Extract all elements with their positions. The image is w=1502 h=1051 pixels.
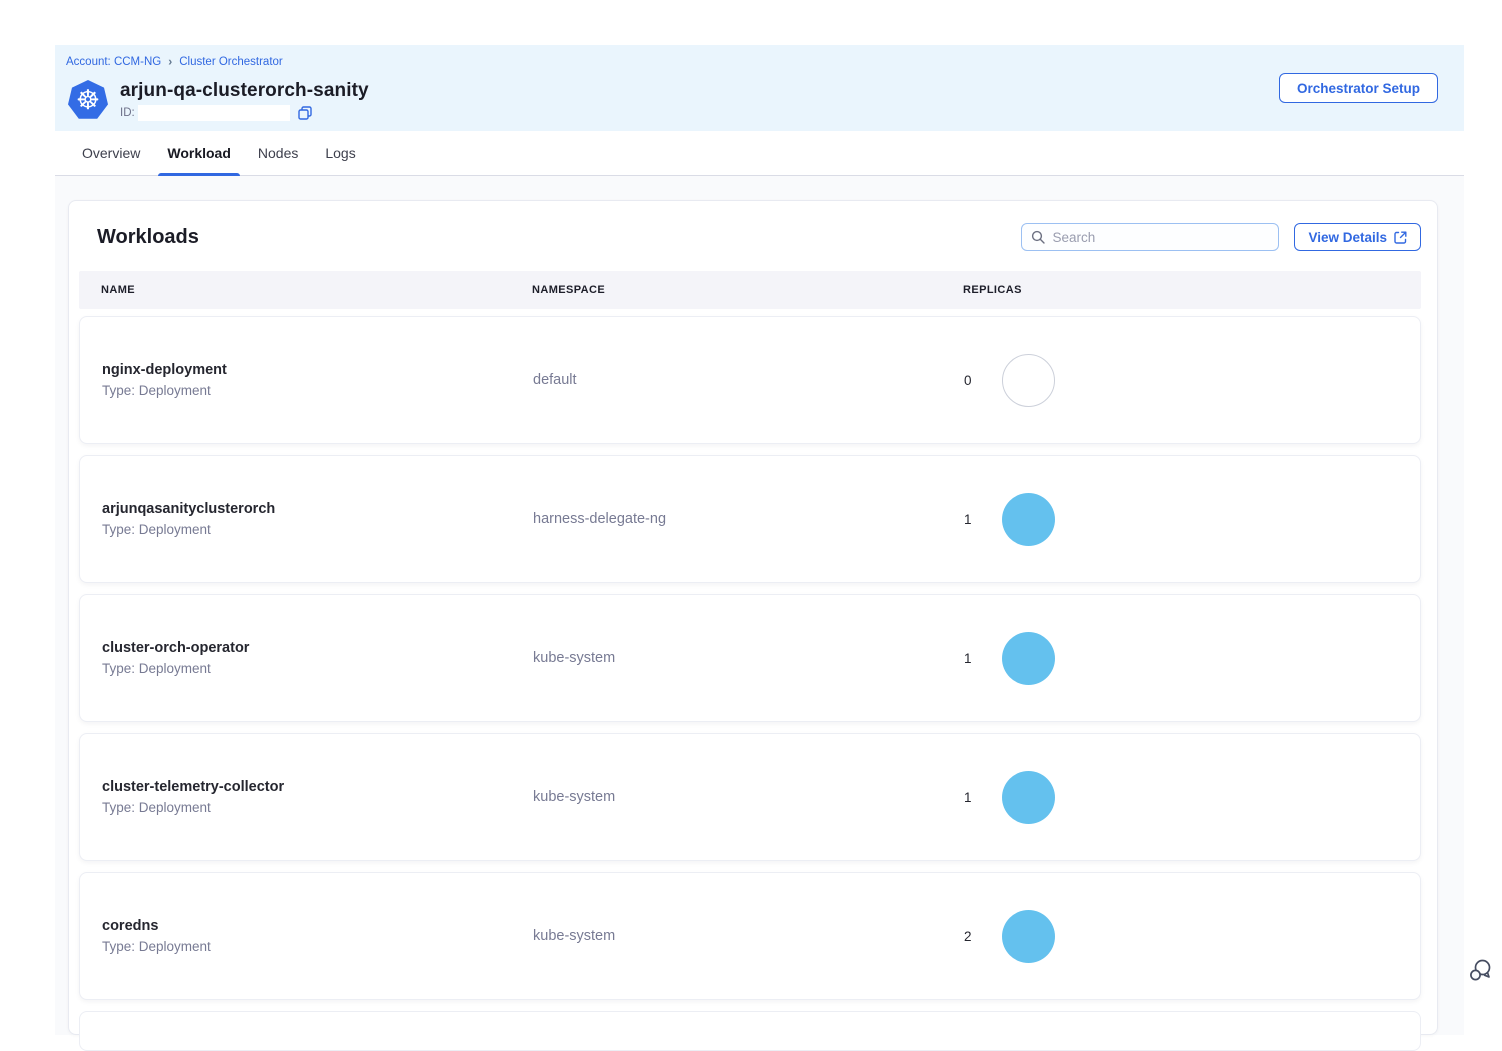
table-row[interactable] [79, 1011, 1421, 1051]
workloads-table-body: nginx-deployment Type: Deployment defaul… [79, 316, 1421, 1051]
column-header-name: NAME [101, 284, 532, 296]
workload-name: cluster-telemetry-collector [102, 779, 533, 795]
namespace-cell: harness-delegate-ng [533, 510, 964, 528]
header-controls: View Details [1021, 223, 1421, 251]
workload-type: Type: Deployment [102, 800, 533, 815]
app-frame: Account: CCM-NG › Cluster Orchestrator ☸… [55, 0, 1464, 1036]
workloads-card-header: Workloads View Details [97, 223, 1421, 251]
tab-label: Logs [325, 145, 355, 161]
workload-name-cell: cluster-orch-operator Type: Deployment [102, 640, 533, 676]
workloads-title: Workloads [97, 226, 199, 249]
cluster-id-label: ID: [120, 107, 135, 119]
cluster-id-redacted [138, 105, 290, 121]
breadcrumb-account[interactable]: Account: CCM-NG [66, 56, 161, 68]
replica-count: 1 [964, 512, 1002, 527]
orchestrator-setup-button[interactable]: Orchestrator Setup [1279, 73, 1438, 103]
external-link-icon [1394, 231, 1407, 244]
replica-count: 1 [964, 651, 1002, 666]
replicas-cell: 0 [964, 354, 1420, 407]
replicas-cell: 2 [964, 910, 1420, 963]
view-details-label: View Details [1308, 230, 1387, 245]
workload-name-cell: nginx-deployment Type: Deployment [102, 362, 533, 398]
table-row[interactable]: cluster-telemetry-collector Type: Deploy… [79, 733, 1421, 861]
cluster-id-row: ID: [120, 105, 369, 121]
replicas-cell: 1 [964, 632, 1420, 685]
workload-name-cell: cluster-telemetry-collector Type: Deploy… [102, 779, 533, 815]
tab-label: Nodes [258, 145, 298, 161]
title-block: arjun-qa-clusterorch-sanity ID: [120, 80, 369, 121]
replica-circle [1002, 632, 1055, 685]
workload-type: Type: Deployment [102, 661, 533, 676]
table-row[interactable]: coredns Type: Deployment kube-system 2 [79, 872, 1421, 1000]
chat-help-icon[interactable] [1466, 956, 1494, 984]
table-row[interactable]: nginx-deployment Type: Deployment defaul… [79, 316, 1421, 444]
workload-type: Type: Deployment [102, 383, 533, 398]
page-title: arjun-qa-clusterorch-sanity [120, 80, 369, 102]
replica-circle [1002, 493, 1055, 546]
breadcrumb-cluster-orchestrator[interactable]: Cluster Orchestrator [179, 56, 283, 68]
table-header-row: NAME NAMESPACE REPLICAS [79, 271, 1421, 309]
tab-workload[interactable]: Workload [165, 131, 233, 175]
replica-circle [1002, 910, 1055, 963]
replicas-cell: 1 [964, 493, 1420, 546]
namespace-value: default [533, 372, 577, 388]
tab-logs[interactable]: Logs [323, 131, 357, 175]
column-header-replicas: REPLICAS [963, 284, 1421, 296]
replicas-cell: 1 [964, 771, 1420, 824]
namespace-value: kube-system [533, 928, 615, 944]
cluster-header: Account: CCM-NG › Cluster Orchestrator ☸… [55, 45, 1464, 131]
workload-name: cluster-orch-operator [102, 640, 533, 656]
tab-bar: Overview Workload Nodes Logs [55, 131, 1464, 176]
table-row[interactable]: arjunqasanityclusterorch Type: Deploymen… [79, 455, 1421, 583]
namespace-cell: kube-system [533, 649, 964, 667]
workload-name-cell: arjunqasanityclusterorch Type: Deploymen… [102, 501, 533, 537]
column-header-namespace: NAMESPACE [532, 284, 963, 296]
breadcrumb: Account: CCM-NG › Cluster Orchestrator [66, 55, 1464, 69]
namespace-cell: default [533, 371, 964, 389]
workload-name: nginx-deployment [102, 362, 533, 378]
namespace-cell: kube-system [533, 788, 964, 806]
workload-name-cell: coredns Type: Deployment [102, 918, 533, 954]
workload-type: Type: Deployment [102, 939, 533, 954]
tab-overview[interactable]: Overview [80, 131, 142, 175]
search-input[interactable] [1052, 230, 1269, 245]
search-box[interactable] [1021, 223, 1279, 251]
replica-circle [1002, 354, 1055, 407]
namespace-value: kube-system [533, 650, 615, 666]
replica-count: 2 [964, 929, 1002, 944]
content-panel: Workloads View Details [55, 176, 1464, 1035]
kubernetes-icon: ☸ [68, 80, 108, 120]
namespace-value: harness-delegate-ng [533, 511, 666, 527]
view-details-button[interactable]: View Details [1294, 223, 1421, 251]
copy-icon[interactable] [298, 106, 312, 120]
replica-count: 1 [964, 790, 1002, 805]
replica-count: 0 [964, 373, 1002, 388]
search-icon [1031, 230, 1045, 244]
tab-nodes[interactable]: Nodes [256, 131, 300, 175]
namespace-cell: kube-system [533, 927, 964, 945]
table-row[interactable]: cluster-orch-operator Type: Deployment k… [79, 594, 1421, 722]
workload-name: coredns [102, 918, 533, 934]
workload-name: arjunqasanityclusterorch [102, 501, 533, 517]
workload-type: Type: Deployment [102, 522, 533, 537]
chevron-right-icon: › [168, 55, 172, 69]
tab-label: Overview [82, 145, 140, 161]
replica-circle [1002, 771, 1055, 824]
workloads-card: Workloads View Details [68, 200, 1438, 1035]
title-row: ☸ arjun-qa-clusterorch-sanity ID: [66, 80, 1464, 121]
tab-label: Workload [167, 145, 231, 161]
namespace-value: kube-system [533, 789, 615, 805]
